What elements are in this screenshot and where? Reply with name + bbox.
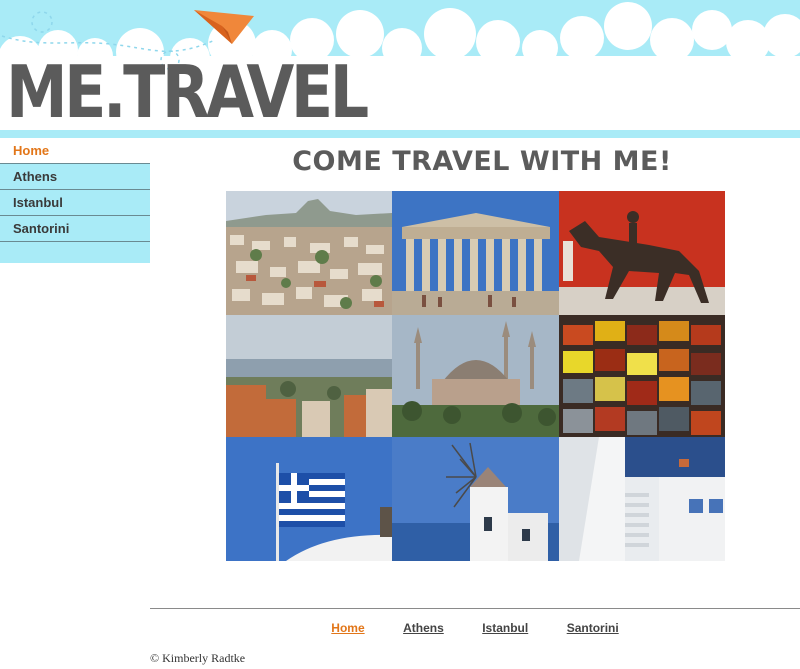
photo-santorini-stairs: [559, 437, 725, 561]
paper-airplane-icon: [194, 10, 254, 44]
photo-istanbul-harbor: [226, 315, 392, 437]
sidebar-item-home[interactable]: Home: [0, 138, 150, 164]
footer-link-istanbul[interactable]: Istanbul: [482, 621, 528, 635]
footer-link-home[interactable]: Home: [331, 621, 364, 635]
photo-horse-statue: [559, 191, 725, 315]
page-title: COME TRAVEL WITH ME!: [292, 146, 672, 177]
footer-nav: Home Athens Istanbul Santorini: [150, 619, 800, 637]
copyright-text: © Kimberly Radtke: [150, 651, 246, 665]
header-divider: [0, 130, 800, 138]
photo-santorini-windmill: [392, 437, 559, 561]
photo-collage: [226, 191, 725, 561]
site-logo[interactable]: ME.TRAVEL: [6, 52, 369, 132]
site-header: ME.TRAVEL: [0, 0, 800, 138]
footer-link-santorini[interactable]: Santorini: [567, 621, 619, 635]
sidebar-item-santorini[interactable]: Santorini: [0, 216, 150, 242]
sidebar-item-athens[interactable]: Athens: [0, 164, 150, 190]
sidebar-nav: Home Athens Istanbul Santorini: [0, 138, 150, 263]
photo-parthenon: [392, 191, 559, 315]
footer-divider: [150, 608, 800, 609]
photo-athens-cityscape: [226, 191, 392, 315]
sidebar-item-istanbul[interactable]: Istanbul: [0, 190, 150, 216]
photo-hagia-sophia: [392, 315, 559, 437]
footer-link-athens[interactable]: Athens: [403, 621, 444, 635]
photo-spice-market: [559, 315, 725, 437]
photo-greek-flag: [226, 437, 392, 561]
